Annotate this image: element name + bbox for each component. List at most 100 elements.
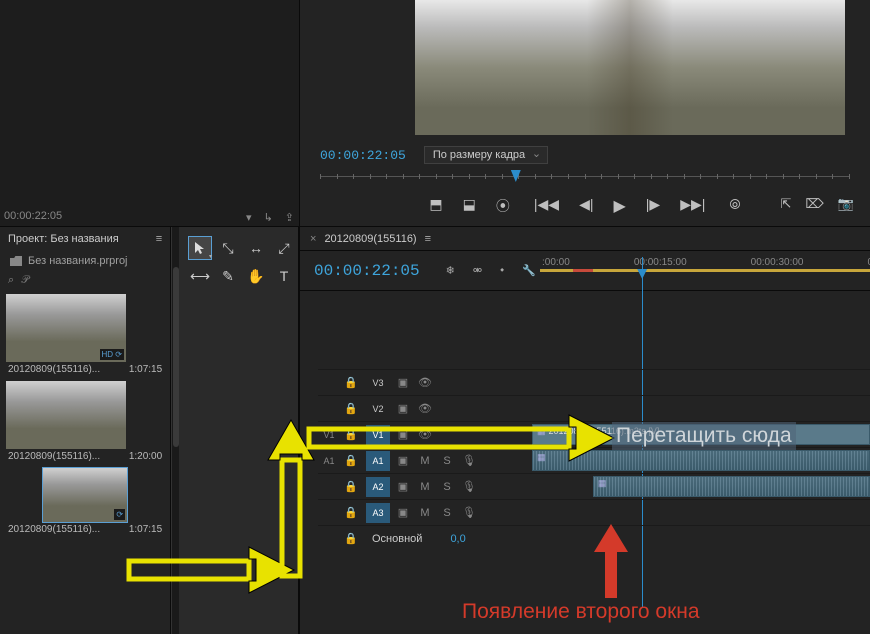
sync-lock-icon[interactable]: ▣ bbox=[394, 506, 412, 519]
clip-row-a1: ▦ bbox=[532, 447, 870, 473]
export-frame-icon[interactable]: 📷 bbox=[838, 196, 854, 212]
go-to-in-icon[interactable]: |◀◀ bbox=[534, 196, 559, 216]
scrollbar-thumb[interactable] bbox=[173, 267, 179, 447]
program-ruler[interactable] bbox=[320, 170, 850, 184]
project-panel: Проект: Без названия ≡ Без названия.prpr… bbox=[0, 227, 300, 634]
project-item[interactable]: HD ⟳ 20120809(155116)...1:07:15 bbox=[6, 294, 164, 377]
filter-icon[interactable]: ▾ bbox=[246, 211, 252, 224]
track-header-a3[interactable]: 🔒 A3 ▣ M S 🎙 bbox=[318, 499, 532, 525]
sync-lock-icon[interactable]: ▣ bbox=[394, 454, 412, 467]
sequence-menu-icon[interactable]: ≡ bbox=[425, 233, 431, 245]
track-select-tool[interactable]: ⤡ bbox=[217, 237, 239, 259]
mark-in-icon[interactable]: ⬒ bbox=[429, 196, 442, 216]
pen-tool[interactable]: ✎ bbox=[217, 265, 239, 287]
snap-icon[interactable]: ❄ bbox=[446, 264, 455, 277]
lift-button-icon[interactable]: ⇱ bbox=[781, 196, 792, 212]
play-icon[interactable]: ▶ bbox=[613, 196, 625, 216]
mute-icon[interactable]: M bbox=[416, 481, 434, 493]
mute-icon[interactable]: M bbox=[416, 455, 434, 467]
sync-lock-icon[interactable]: ▣ bbox=[394, 402, 412, 415]
close-sequence-icon[interactable]: × bbox=[310, 233, 316, 245]
panel-menu-icon[interactable]: ≡ bbox=[156, 233, 162, 245]
lock-icon[interactable]: 🔒 bbox=[344, 402, 362, 415]
step-back-icon[interactable]: ◀| bbox=[579, 196, 593, 216]
step-forward-icon[interactable]: |▶ bbox=[646, 196, 660, 216]
target-toggle[interactable]: V1 bbox=[366, 425, 390, 445]
lock-icon[interactable]: 🔒 bbox=[344, 506, 362, 519]
lock-icon[interactable]: 🔒 bbox=[344, 454, 362, 467]
new-item-icon[interactable]: ↳ bbox=[264, 211, 273, 224]
sequence-name[interactable]: 20120809(155116) bbox=[324, 233, 416, 245]
src-timecode: 00:00:22:05 bbox=[4, 210, 62, 222]
target-toggle[interactable]: A2 bbox=[366, 477, 390, 497]
eye-icon[interactable]: 👁 bbox=[416, 402, 434, 415]
source-patch[interactable]: A1 bbox=[318, 456, 340, 466]
project-scrollbar[interactable] bbox=[171, 227, 179, 634]
master-value[interactable]: 0,0 bbox=[450, 533, 465, 545]
selection-tool[interactable]: ▾ bbox=[189, 237, 211, 259]
type-tool[interactable]: T bbox=[273, 265, 295, 287]
audio-clip[interactable]: ▦ bbox=[593, 476, 870, 497]
eye-icon[interactable]: 👁 bbox=[416, 376, 434, 389]
lift-icon[interactable]: ⦾ bbox=[729, 196, 740, 216]
program-monitor: 00:00:22:05 По размеру кадра ⬒ ⬓ ⦿ |◀◀ ◀… bbox=[300, 0, 870, 227]
project-panel-title: Проект: Без названия bbox=[8, 233, 119, 245]
track-header-a2[interactable]: 🔒 A2 ▣ M S 🎙 bbox=[318, 473, 532, 499]
search-input[interactable] bbox=[21, 274, 101, 286]
zoom-fit-dropdown[interactable]: По размеру кадра bbox=[424, 146, 548, 164]
mute-icon[interactable]: M bbox=[416, 507, 434, 519]
solo-icon[interactable]: S bbox=[438, 455, 456, 467]
audio-clip[interactable]: ▦ bbox=[532, 450, 870, 471]
linked-selection-icon[interactable]: ⚮ bbox=[473, 264, 482, 277]
clip-row-a3 bbox=[532, 499, 870, 525]
track-header-v3[interactable]: 🔒 V3 ▣ 👁 bbox=[318, 369, 532, 395]
target-toggle[interactable]: V3 bbox=[366, 373, 390, 393]
voice-over-icon[interactable]: 🎙 bbox=[460, 506, 478, 519]
project-item[interactable]: ⟳ 20120809(155116)...1:07:15 bbox=[6, 468, 164, 537]
timeline-timecode[interactable]: 00:00:22:05 bbox=[314, 262, 420, 280]
lock-icon[interactable]: 🔒 bbox=[344, 480, 362, 493]
track-header-v1[interactable]: V1 🔒 V1 ▣ 👁 bbox=[318, 421, 532, 447]
clip-thumbnail: HD ⟳ bbox=[6, 294, 126, 362]
project-folder-icon bbox=[10, 256, 22, 266]
clip-name: 20120809(155116)... bbox=[8, 451, 100, 462]
program-timecode[interactable]: 00:00:22:05 bbox=[320, 148, 406, 163]
target-toggle[interactable]: A1 bbox=[366, 451, 390, 471]
mark-out-icon[interactable]: ⬓ bbox=[463, 196, 476, 216]
track-header-a1[interactable]: A1 🔒 A1 ▣ M S 🎙 bbox=[318, 447, 532, 473]
sync-lock-icon[interactable]: ▣ bbox=[394, 428, 412, 441]
target-toggle[interactable]: A3 bbox=[366, 503, 390, 523]
search-icon[interactable]: ⌕ bbox=[8, 274, 14, 286]
lock-icon[interactable]: 🔒 bbox=[344, 376, 362, 389]
timeline-ruler[interactable]: :00:00 00:00:15:00 00:00:30:00 00:00:45:… bbox=[530, 257, 870, 287]
razor-tool[interactable]: ⟷ bbox=[189, 265, 211, 287]
target-toggle[interactable]: V2 bbox=[366, 399, 390, 419]
eye-icon[interactable]: 👁 bbox=[416, 428, 434, 441]
voice-over-icon[interactable]: 🎙 bbox=[460, 454, 478, 467]
clip-duration: 1:20:00 bbox=[129, 451, 162, 462]
sync-lock-icon[interactable]: ▣ bbox=[394, 376, 412, 389]
solo-icon[interactable]: S bbox=[438, 507, 456, 519]
add-marker-icon[interactable]: ⬩ bbox=[500, 264, 504, 277]
sync-lock-icon[interactable]: ▣ bbox=[394, 480, 412, 493]
go-to-out-icon[interactable]: ▶▶| bbox=[680, 196, 705, 216]
add-marker-icon[interactable]: ⦿ bbox=[496, 196, 510, 216]
source-patch[interactable]: V1 bbox=[318, 430, 340, 440]
ripple-edit-tool[interactable]: ↔ bbox=[245, 237, 267, 259]
voice-over-icon[interactable]: 🎙 bbox=[460, 480, 478, 493]
annotation-second-window: Появление второго окна bbox=[462, 600, 700, 624]
track-header-master[interactable]: 🔒 Основной 0,0 bbox=[318, 525, 532, 551]
rate-stretch-tool[interactable]: ⤢ bbox=[273, 237, 295, 259]
track-header-v2[interactable]: 🔒 V2 ▣ 👁 bbox=[318, 395, 532, 421]
timeline-clips-area[interactable]: ▦20120809(155116).m2ts [V] ▦ ▦ bbox=[532, 291, 870, 634]
clip-thumbnail: ⟳ bbox=[43, 468, 127, 522]
project-item[interactable]: 20120809(155116)... 1:20:00 bbox=[6, 381, 164, 464]
solo-icon[interactable]: S bbox=[438, 481, 456, 493]
lock-icon[interactable]: 🔒 bbox=[344, 428, 362, 441]
hand-tool[interactable]: ✋ bbox=[245, 265, 267, 287]
lock-icon[interactable]: 🔒 bbox=[344, 532, 362, 545]
clip-row-v2 bbox=[532, 395, 870, 421]
extract-icon[interactable]: ⌦ bbox=[805, 196, 823, 212]
clip-thumbnail bbox=[6, 381, 126, 449]
share-icon[interactable]: ⇪ bbox=[285, 211, 294, 224]
